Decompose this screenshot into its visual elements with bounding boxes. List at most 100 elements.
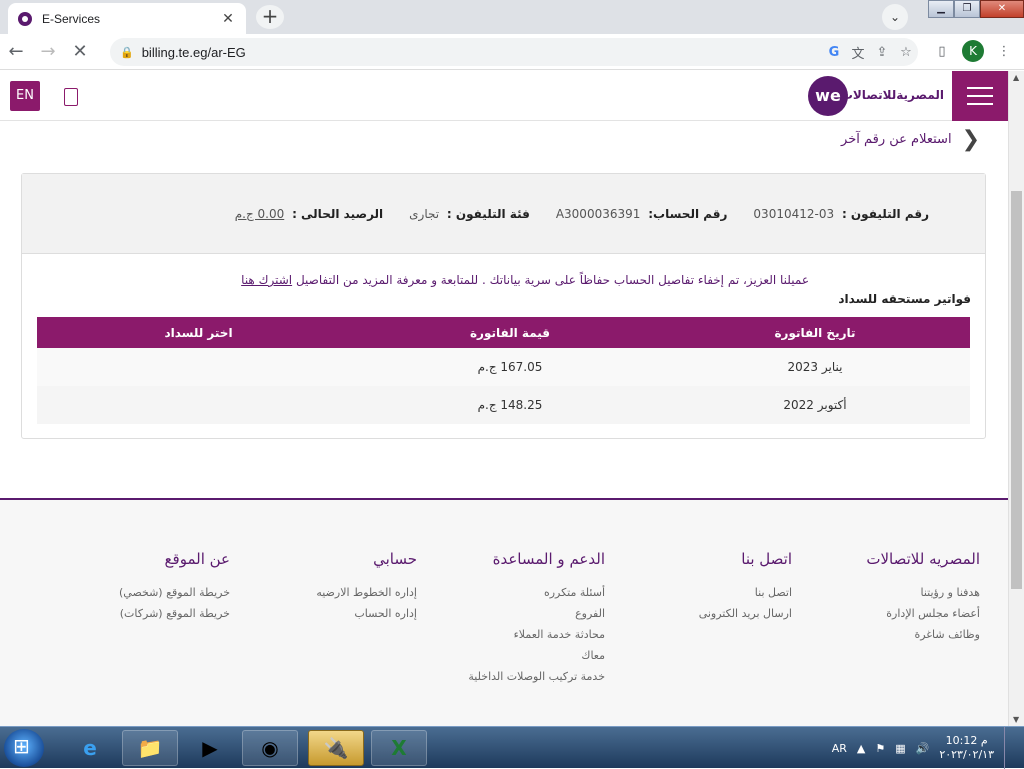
column-header-amount: قيمة الفاتورة xyxy=(360,317,660,348)
menu-line xyxy=(967,87,993,89)
phone-label: رقم التليفون : xyxy=(841,207,929,221)
scroll-down-arrow-icon[interactable]: ▼ xyxy=(1013,715,1019,724)
balance-value-link[interactable]: 0.00 ج.م xyxy=(235,207,285,221)
bill-select-cell[interactable] xyxy=(37,348,360,386)
subscribe-link[interactable]: اشترك هنا xyxy=(241,273,292,287)
network-icon[interactable]: ▦ xyxy=(895,742,905,755)
profile-avatar[interactable]: K xyxy=(962,40,984,62)
bill-date: يناير 2023 xyxy=(660,348,970,386)
table-row: يناير 2023 167.05 ج.م xyxy=(37,348,970,386)
footer-link[interactable]: اتصل بنا xyxy=(699,582,792,603)
show-desktop-button[interactable] xyxy=(1004,727,1014,769)
footer-column-title: عن الموقع xyxy=(164,550,230,568)
footer-link[interactable]: الفروع xyxy=(468,603,605,624)
category-value: تجارى xyxy=(409,207,440,221)
account-card: رقم التليفون : 03-03010412 رقم الحساب: A… xyxy=(21,173,986,439)
action-center-icon[interactable]: ⚑ xyxy=(875,742,885,755)
balance-label: الرصيد الحالى : xyxy=(292,207,384,221)
footer-column-company: المصريه للاتصالات هدفنا و رؤيتنا أعضاء م… xyxy=(866,550,980,645)
footer-link[interactable]: هدفنا و رؤيتنا xyxy=(866,582,981,603)
share-icon[interactable]: ⇪ xyxy=(870,45,894,60)
footer-column-about: عن الموقع خريطة الموقع (شخصي) خريطة المو… xyxy=(119,550,230,624)
footer-column-title: حسابي xyxy=(373,550,417,568)
phone-info: رقم التليفون : 03-03010412 xyxy=(753,207,929,221)
url-text[interactable]: billing.te.eg/ar-EG xyxy=(142,45,822,60)
footer-link[interactable]: أعضاء مجلس الإدارة xyxy=(866,603,980,624)
file-explorer-icon[interactable]: 📁 xyxy=(122,730,178,766)
scroll-up-arrow-icon[interactable]: ▲ xyxy=(1013,73,1019,82)
query-another-number-link[interactable]: استعلام عن رقم آخر ❯ xyxy=(841,127,980,152)
bookmark-star-icon[interactable]: ☆ xyxy=(894,45,918,60)
lock-icon[interactable]: 🔒 xyxy=(120,46,134,59)
tab-title: E-Services xyxy=(42,11,101,26)
footer-link[interactable]: أسئلة متكرره xyxy=(468,582,605,603)
toolbar-right: ▯ K ⋮ xyxy=(930,40,1016,62)
volume-icon[interactable]: 🔊 xyxy=(916,742,930,755)
column-header-select: اختر للسداد xyxy=(37,317,360,348)
site-header: EN we المصريةللاتصالات xyxy=(0,71,1008,121)
phone-value: 03-03010412 xyxy=(753,207,835,221)
start-button[interactable] xyxy=(4,729,44,767)
footer-link[interactable]: إداره الحساب xyxy=(316,603,417,624)
footer-link[interactable]: خريطة الموقع (شخصي) xyxy=(119,582,230,603)
column-header-date: تاريخ الفاتورة xyxy=(660,317,970,348)
scroll-thumb[interactable] xyxy=(1011,191,1022,589)
stop-loading-icon[interactable]: ✕ xyxy=(64,41,96,62)
footer-link[interactable]: محادثة خدمة العملاء xyxy=(468,624,605,645)
language-indicator[interactable]: AR xyxy=(832,742,847,755)
account-info-bar: رقم التليفون : 03-03010412 رقم الحساب: A… xyxy=(22,174,985,254)
bill-amount: 148.25 ج.م xyxy=(360,386,660,424)
chevron-right-icon: ❯ xyxy=(961,127,980,152)
account-info: رقم الحساب: A3000036391 xyxy=(556,207,728,221)
bill-amount: 167.05 ج.م xyxy=(360,348,660,386)
clock-time: 10:12 م xyxy=(945,734,988,747)
minimize-button[interactable]: ▁ xyxy=(928,0,954,18)
side-panel-icon[interactable]: ▯ xyxy=(930,44,954,59)
page-scrollbar[interactable]: ▲ ▼ xyxy=(1008,71,1024,726)
bill-select-cell[interactable] xyxy=(37,386,360,424)
new-tab-button[interactable]: + xyxy=(256,5,284,29)
address-bar[interactable]: 🔒 billing.te.eg/ar-EG G 文 ⇪ ☆ xyxy=(110,38,918,66)
tray-expand-icon[interactable]: ▲ xyxy=(857,742,865,755)
we-favicon-icon xyxy=(18,11,32,26)
forward-arrow-icon[interactable]: → xyxy=(32,41,64,62)
internet-explorer-icon[interactable]: e xyxy=(62,730,118,766)
chrome-menu-icon[interactable]: ⋮ xyxy=(992,44,1016,59)
hamburger-menu-button[interactable] xyxy=(952,71,1008,121)
bills-table: تاريخ الفاتورة قيمة الفاتورة اختر للسداد… xyxy=(37,317,970,424)
excel-icon[interactable]: X xyxy=(371,730,427,766)
back-arrow-icon[interactable]: ← xyxy=(0,41,32,62)
category-label: فئة التليفون : xyxy=(446,207,530,221)
translate-icon[interactable]: 文 xyxy=(846,43,870,62)
chrome-icon[interactable]: ◉ xyxy=(242,730,298,766)
footer-link[interactable]: خريطة الموقع (شركات) xyxy=(119,603,230,624)
google-icon[interactable]: G xyxy=(822,45,846,60)
footer-column-title: المصريه للاتصالات xyxy=(866,550,980,568)
bill-date: أكتوبر 2022 xyxy=(660,386,970,424)
footer-link[interactable]: معاك xyxy=(468,645,605,666)
footer-column-account: حسابي إداره الخطوط الارضيه إداره الحساب xyxy=(316,550,417,624)
media-player-icon[interactable]: ▶ xyxy=(182,730,238,766)
clock[interactable]: 10:12 م ٢٠٢٣/٠٢/١٣ xyxy=(939,734,994,762)
login-icon[interactable] xyxy=(64,88,78,106)
browser-tab[interactable]: E-Services ✕ xyxy=(8,3,246,34)
tab-search-icon[interactable]: ⌄ xyxy=(882,4,908,30)
site-footer: المصريه للاتصالات هدفنا و رؤيتنا أعضاء م… xyxy=(0,500,1008,726)
footer-link[interactable]: ارسال بريد الكترونى xyxy=(699,603,792,624)
close-tab-icon[interactable]: ✕ xyxy=(220,11,236,27)
account-value: A3000036391 xyxy=(555,207,641,221)
footer-column-support: الدعم و المساعدة أسئلة متكرره الفروع محا… xyxy=(468,550,605,687)
footer-link[interactable]: إداره الخطوط الارضيه xyxy=(316,582,417,603)
close-window-button[interactable]: ✕ xyxy=(980,0,1024,18)
privacy-notice: عميلنا العزيز، تم إخفاء تفاصيل الحساب حف… xyxy=(241,273,809,287)
usb-tool-icon[interactable]: 🔌 xyxy=(308,730,364,766)
maximize-button[interactable]: ❐ xyxy=(954,0,980,18)
footer-link[interactable]: وظائف شاغرة xyxy=(866,624,980,645)
windows-taskbar: e 📁 ▶ ◉ 🔌 X AR ▲ ⚑ ▦ 🔊 10:12 م ٢٠٢٣/٠٢/١… xyxy=(0,726,1024,769)
menu-line xyxy=(967,103,993,105)
language-toggle-button[interactable]: EN xyxy=(10,81,40,111)
table-row: أكتوبر 2022 148.25 ج.م xyxy=(37,386,970,424)
footer-link[interactable]: خدمة تركيب الوصلات الداخلية xyxy=(468,666,605,687)
footer-column-title: الدعم و المساعدة xyxy=(492,550,605,568)
brand-name: المصريةللاتصالات xyxy=(840,88,944,102)
